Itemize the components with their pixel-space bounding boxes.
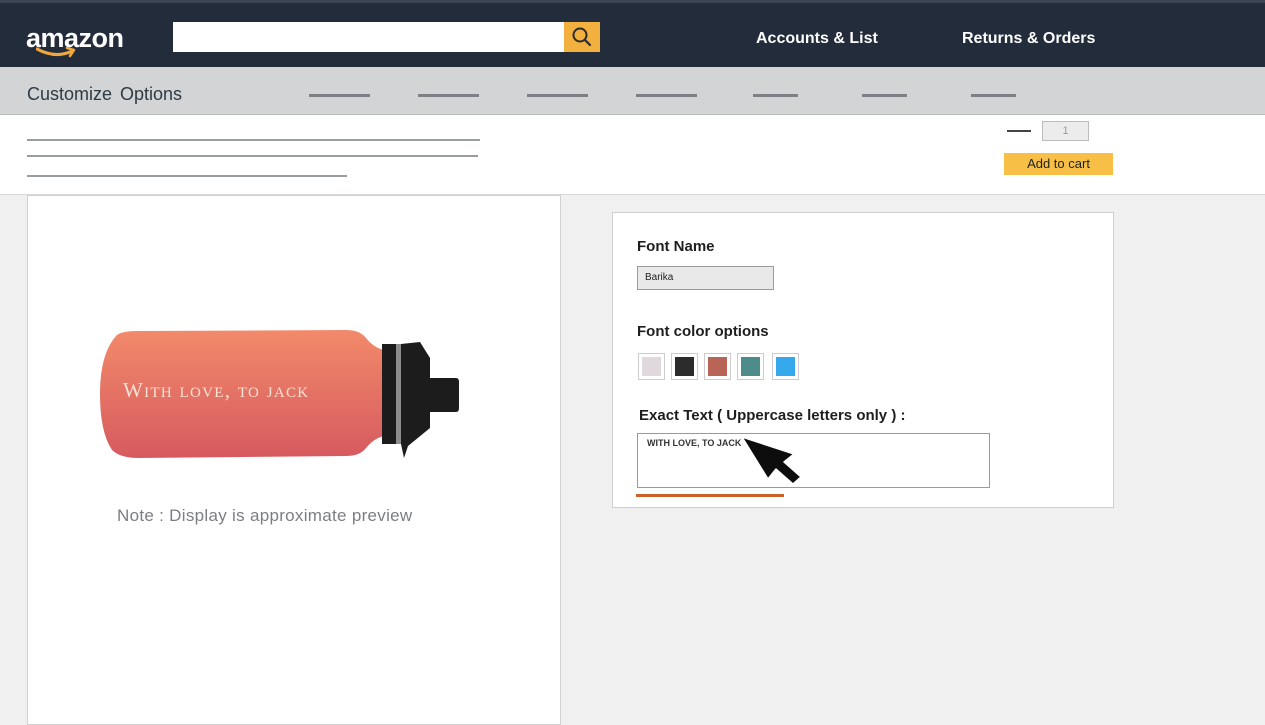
swatch-chip (708, 357, 727, 376)
font-color-label: Font color options (637, 323, 769, 340)
swatch-chip (642, 357, 661, 376)
color-swatch-light-pink[interactable] (638, 353, 665, 380)
swatch-chip (741, 357, 760, 376)
product-summary-strip: 1 Add to cart (0, 115, 1265, 195)
subnav-placeholder-link[interactable] (309, 94, 370, 97)
subnav-placeholder-link[interactable] (862, 94, 907, 97)
subnav-placeholder-link[interactable] (636, 94, 697, 97)
top-navigation-bar: amazon Accounts & List Returns & Orders (0, 0, 1265, 67)
swatch-chip (675, 357, 694, 376)
font-name-label: Font Name (637, 238, 715, 255)
returns-and-orders-link[interactable]: Returns & Orders (962, 30, 1095, 48)
preview-panel: With love, to jack Note : Display is app… (27, 195, 561, 725)
font-name-select[interactable]: Barika (637, 266, 774, 290)
cursor-arrow-icon (741, 436, 802, 485)
color-swatch-sky-blue[interactable] (772, 353, 799, 380)
bottle-engraving-text: With love, to jack (123, 378, 310, 402)
search-input[interactable] (173, 22, 564, 52)
subnav-placeholder-link[interactable] (753, 94, 798, 97)
accounts-and-list-link[interactable]: Accounts & List (756, 30, 878, 48)
quantity-decrease-button[interactable] (1007, 130, 1031, 132)
subnav-placeholder-link[interactable] (971, 94, 1016, 97)
exact-text-input[interactable]: WITH LOVE, TO JACK (637, 433, 990, 488)
product-title-placeholder (27, 155, 478, 157)
color-swatch-black[interactable] (671, 353, 698, 380)
customization-options-panel: Font Name Barika Font color options Exac… (612, 212, 1114, 508)
customize-subnav: Customize Options (0, 67, 1265, 115)
input-focus-underline (636, 494, 784, 497)
swatch-chip (776, 357, 795, 376)
color-swatch-terracotta[interactable] (704, 353, 731, 380)
add-to-cart-button[interactable]: Add to cart (1004, 153, 1113, 175)
search-icon (572, 27, 592, 47)
exact-text-label: Exact Text ( Uppercase letters only ) : (639, 407, 906, 424)
preview-note: Note : Display is approximate preview (117, 506, 413, 525)
subnav-placeholder-link[interactable] (418, 94, 479, 97)
amazon-smile-logo (36, 47, 76, 58)
search-button[interactable] (564, 22, 600, 52)
quantity-input[interactable]: 1 (1042, 121, 1089, 141)
product-title-placeholder (27, 139, 480, 141)
product-title-placeholder (27, 175, 347, 177)
subnav-placeholder-link[interactable] (527, 94, 588, 97)
page-title: Customize Options (27, 84, 183, 104)
color-swatch-teal[interactable] (737, 353, 764, 380)
